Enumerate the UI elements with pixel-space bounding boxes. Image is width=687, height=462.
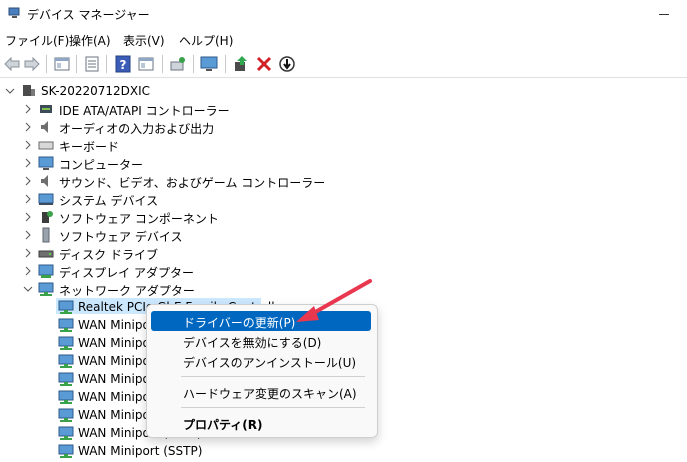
update-driver-menu-item[interactable]: ドライバーの更新(P) [151,311,371,331]
chevron-right-icon[interactable] [23,140,33,150]
menu-item-label: デバイスを無効にする(D) [183,336,322,350]
tree-category[interactable]: ソフトウェア デバイス [0,226,300,244]
computer-icon [23,85,35,96]
display-adapter-icon [38,264,54,278]
update-driver-icon[interactable] [231,54,251,74]
chevron-right-icon[interactable] [23,230,33,240]
network-adapter-icon [58,300,74,314]
software-device-icon [42,227,50,243]
category-label: サウンド、ビデオ、およびゲーム コントローラー [59,176,326,190]
network-adapter-icon [58,408,74,422]
disable-icon[interactable] [277,54,297,74]
keyboard-icon [38,141,54,150]
chevron-down-icon[interactable] [5,86,15,96]
chevron-right-icon[interactable] [23,266,33,276]
scan-hardware-menu-item[interactable]: ハードウェア変更のスキャン(A) [151,382,371,402]
window-title: デバイス マネージャー [27,8,150,22]
network-adapter-icon [58,372,74,386]
title-bar: デバイス マネージャー [0,0,687,28]
properties-view-icon[interactable] [52,54,72,74]
system-devices-icon [38,193,54,205]
tree-category[interactable]: キーボード [0,136,300,154]
computer-monitor-icon [38,156,54,170]
chevron-right-icon[interactable] [23,194,33,204]
tree-root[interactable]: SK-20220712DXIC [0,82,300,100]
category-label: ディスク ドライブ [59,248,158,262]
device-label: WAN Miniport (SSTP) [78,444,203,458]
menu-item-label: ドライバーの更新(P) [183,316,296,330]
tree-category[interactable]: システム デバイス [0,190,300,208]
menu-view[interactable]: 表示(V) [123,32,165,49]
network-adapter-icon [58,444,74,458]
svg-text:?: ? [120,58,127,72]
properties-menu-item[interactable]: プロパティ(R) [151,413,371,433]
disable-device-menu-item[interactable]: デバイスを無効にする(D) [151,331,371,351]
menu-item-label: ハードウェア変更のスキャン(A) [183,387,357,401]
menu-separator [181,407,365,408]
network-adapter-icon [38,282,54,296]
scan-icon[interactable] [168,54,188,74]
tree-category[interactable]: ディスプレイ アダプター [0,262,300,280]
disk-drive-icon [38,250,54,258]
tree-category[interactable]: サウンド、ビデオ、およびゲーム コントローラー [0,172,325,190]
context-menu: ドライバーの更新(P) デバイスを無効にする(D) デバイスのアンインストール(… [146,304,378,438]
help-icon[interactable]: ? [113,54,133,74]
menu-separator [181,376,365,377]
network-adapter-icon [58,390,74,404]
ide-controller-icon [40,105,52,113]
category-label: ソフトウェア コンポーネント [59,212,219,226]
category-label: IDE ATA/ATAPI コントローラー [59,104,230,118]
chevron-right-icon[interactable] [23,176,33,186]
tree-category[interactable]: IDE ATA/ATAPI コントローラー [0,100,300,118]
forward-icon[interactable] [22,54,42,74]
chevron-right-icon[interactable] [23,104,33,114]
minimize-button[interactable] [651,4,679,24]
sound-icon [41,175,48,187]
category-label: システム デバイス [59,194,159,208]
tree-category[interactable]: ディスク ドライブ [0,244,300,262]
category-label: オーディオの入力および出力 [59,122,215,136]
network-device-item[interactable]: WAN Miniport (SSTP) [0,442,300,460]
chevron-right-icon[interactable] [23,122,33,132]
menu-item-label: プロパティ(R) [183,418,263,432]
back-icon[interactable] [2,54,22,74]
category-label: ソフトウェア デバイス [59,230,183,244]
network-adapter-icon [58,336,74,350]
software-component-icon [42,211,53,223]
category-label: コンピューター [59,158,144,172]
network-adapter-icon [58,426,74,440]
menu-item-label: デバイスのアンインストール(U) [183,356,357,370]
tree-category[interactable]: オーディオの入力および出力 [0,118,300,136]
chevron-right-icon[interactable] [23,248,33,258]
category-label: ディスプレイ アダプター [59,266,194,280]
uninstall-device-menu-item[interactable]: デバイスのアンインストール(U) [151,351,371,371]
tree-category[interactable]: コンピューター [0,154,300,172]
chevron-down-icon[interactable] [23,284,33,294]
tree-category-network[interactable]: ネットワーク アダプター [0,280,300,298]
root-label: SK-20220712DXIC [41,84,151,98]
uninstall-icon[interactable] [254,54,274,74]
device-manager-icon [8,7,20,18]
menu-help[interactable]: ヘルプ(H) [179,32,233,49]
audio-io-icon [41,121,48,133]
detail-view-icon[interactable] [136,54,156,74]
chevron-right-icon[interactable] [23,212,33,222]
chevron-right-icon[interactable] [23,158,33,168]
monitor-icon[interactable] [199,54,219,74]
menu-bar: ファイル(F) 操作(A) 表示(V) ヘルプ(H) [0,29,687,49]
network-adapter-icon [58,318,74,332]
network-adapter-icon [58,354,74,368]
toolbar: ? [0,51,687,78]
category-label: キーボード [59,140,120,154]
tree-category[interactable]: ソフトウェア コンポーネント [0,208,300,226]
category-label: ネットワーク アダプター [59,284,195,298]
menu-action[interactable]: 操作(A) [69,32,111,49]
menu-file[interactable]: ファイル(F) [5,32,69,49]
list-icon[interactable] [82,54,102,74]
